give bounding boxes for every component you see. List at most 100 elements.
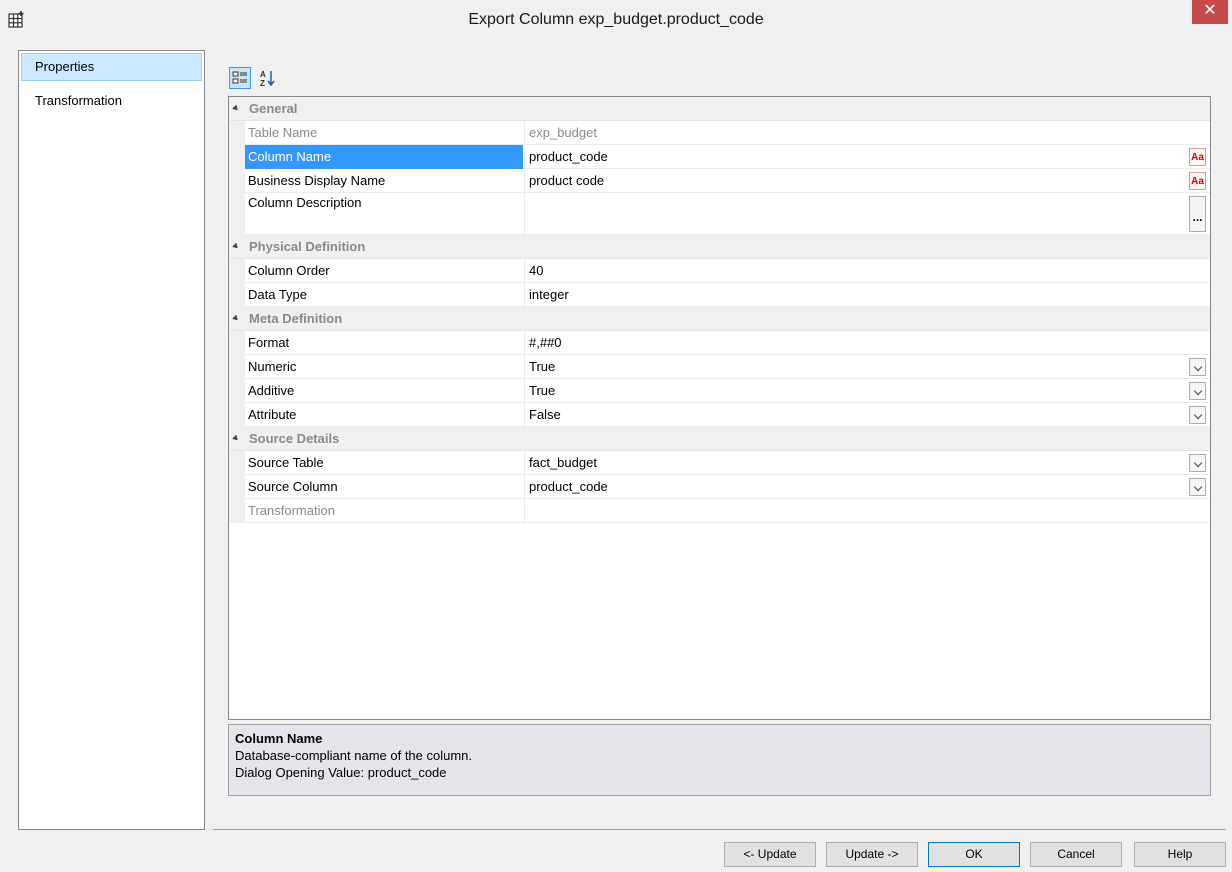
row-margin (229, 259, 245, 283)
category-label: General (249, 101, 298, 116)
property-name[interactable]: Column Order (245, 259, 523, 283)
row-table-name: Table Name exp_budget (229, 121, 1210, 145)
property-value[interactable]: True (524, 355, 1210, 379)
help-button[interactable]: Help (1134, 842, 1226, 867)
row-source-table[interactable]: Source Table fact_budget (229, 451, 1210, 475)
column-name-value[interactable]: product_code (529, 149, 608, 164)
property-value[interactable]: #,##0 (524, 331, 1210, 355)
row-margin (229, 331, 245, 355)
help-title: Column Name (235, 731, 323, 746)
category-label: Source Details (249, 431, 340, 446)
property-value[interactable]: fact_budget (524, 451, 1210, 475)
property-name: Table Name (248, 125, 318, 140)
property-name[interactable]: Format (245, 331, 523, 355)
collapse-arrow-icon (232, 242, 240, 251)
ellipsis-button[interactable]: ... (1189, 196, 1206, 232)
title-bar: Export Column exp_budget.product_code ✕ (0, 0, 1232, 40)
collapse-arrow-icon (232, 104, 240, 113)
font-case-button[interactable]: Aa (1189, 148, 1206, 166)
divider (213, 829, 1226, 830)
property-name[interactable]: Data Type (245, 283, 523, 307)
property-name[interactable]: Column Name (245, 145, 523, 169)
category-source-details[interactable]: Source Details (229, 427, 1210, 451)
row-column-description[interactable]: Column Description ... (229, 193, 1210, 235)
property-value (524, 499, 1210, 523)
property-name[interactable]: Source Table (245, 451, 523, 475)
category-physical-definition[interactable]: Physical Definition (229, 235, 1210, 259)
help-description: Database-compliant name of the column. (235, 748, 473, 763)
additive-value[interactable]: True (529, 383, 555, 398)
nav-item-properties[interactable]: Properties (21, 53, 202, 81)
property-value[interactable]: 40 (524, 259, 1210, 283)
numeric-value[interactable]: True (529, 359, 555, 374)
row-column-name[interactable]: Column Name product_code Aa (229, 145, 1210, 169)
row-format[interactable]: Format #,##0 (229, 331, 1210, 355)
row-additive[interactable]: Additive True (229, 379, 1210, 403)
dialog-window: Export Column exp_budget.product_code ✕ … (0, 0, 1232, 872)
property-value[interactable]: product_code Aa (524, 145, 1210, 169)
chevron-down-icon[interactable] (1189, 382, 1206, 400)
business-display-name-value[interactable]: product code (529, 173, 604, 188)
property-value[interactable]: integer (524, 283, 1210, 307)
page-navigator: Properties Transformation (18, 50, 205, 830)
category-general[interactable]: General (229, 97, 1210, 121)
svg-text:A: A (260, 70, 266, 79)
property-name[interactable]: Column Description (245, 193, 523, 235)
category-label: Physical Definition (249, 239, 366, 254)
close-button[interactable]: ✕ (1192, 0, 1228, 24)
prev-update-button[interactable]: <- Update (724, 842, 816, 867)
property-value[interactable]: False (524, 403, 1210, 427)
category-meta-definition[interactable]: Meta Definition (229, 307, 1210, 331)
property-name[interactable]: Additive (245, 379, 523, 403)
property-value[interactable]: product code Aa (524, 169, 1210, 193)
chevron-down-icon[interactable] (1189, 358, 1206, 376)
chevron-down-icon[interactable] (1189, 478, 1206, 496)
row-margin (229, 121, 245, 145)
property-grid: General Table Name exp_budget Column Nam… (228, 96, 1211, 720)
source-table-value[interactable]: fact_budget (529, 455, 597, 470)
property-name[interactable]: Numeric (245, 355, 523, 379)
collapse-arrow-icon (232, 434, 240, 443)
help-opening-value: Dialog Opening Value: product_code (235, 765, 447, 780)
row-margin (229, 475, 245, 499)
font-case-button[interactable]: Aa (1189, 172, 1206, 190)
property-name: Transformation (248, 503, 335, 518)
collapse-arrow-icon (232, 314, 240, 323)
next-update-button[interactable]: Update -> (826, 842, 918, 867)
svg-text:Z: Z (260, 79, 265, 88)
property-value[interactable]: True (524, 379, 1210, 403)
row-numeric[interactable]: Numeric True (229, 355, 1210, 379)
property-name[interactable]: Attribute (245, 403, 523, 427)
sort-az-icon: A Z (260, 70, 275, 88)
categorized-button[interactable] (229, 67, 251, 89)
source-column-value[interactable]: product_code (529, 479, 608, 494)
help-panel: Column Name Database-compliant name of t… (228, 724, 1211, 796)
row-transformation: Transformation (229, 499, 1210, 523)
property-value: exp_budget (524, 121, 1210, 145)
property-value[interactable]: ... (524, 193, 1210, 235)
row-margin (229, 379, 245, 403)
row-margin (229, 145, 245, 169)
attribute-value[interactable]: False (529, 407, 561, 422)
window-title: Export Column exp_budget.product_code (468, 11, 764, 28)
row-margin (229, 451, 245, 475)
ok-button[interactable]: OK (928, 842, 1020, 867)
row-data-type[interactable]: Data Type integer (229, 283, 1210, 307)
cancel-button[interactable]: Cancel (1030, 842, 1122, 867)
property-value[interactable]: product_code (524, 475, 1210, 499)
row-attribute[interactable]: Attribute False (229, 403, 1210, 427)
row-margin (229, 283, 245, 307)
chevron-down-icon[interactable] (1189, 454, 1206, 472)
property-name[interactable]: Source Column (245, 475, 523, 499)
row-business-display-name[interactable]: Business Display Name product code Aa (229, 169, 1210, 193)
alphabetical-button[interactable]: A Z (257, 67, 279, 89)
row-source-column[interactable]: Source Column product_code (229, 475, 1210, 499)
row-margin (229, 355, 245, 379)
row-margin (229, 403, 245, 427)
row-column-order[interactable]: Column Order 40 (229, 259, 1210, 283)
row-margin (229, 499, 245, 523)
chevron-down-icon[interactable] (1189, 406, 1206, 424)
nav-item-transformation[interactable]: Transformation (21, 87, 202, 115)
property-name[interactable]: Business Display Name (245, 169, 523, 193)
category-label: Meta Definition (249, 311, 343, 326)
